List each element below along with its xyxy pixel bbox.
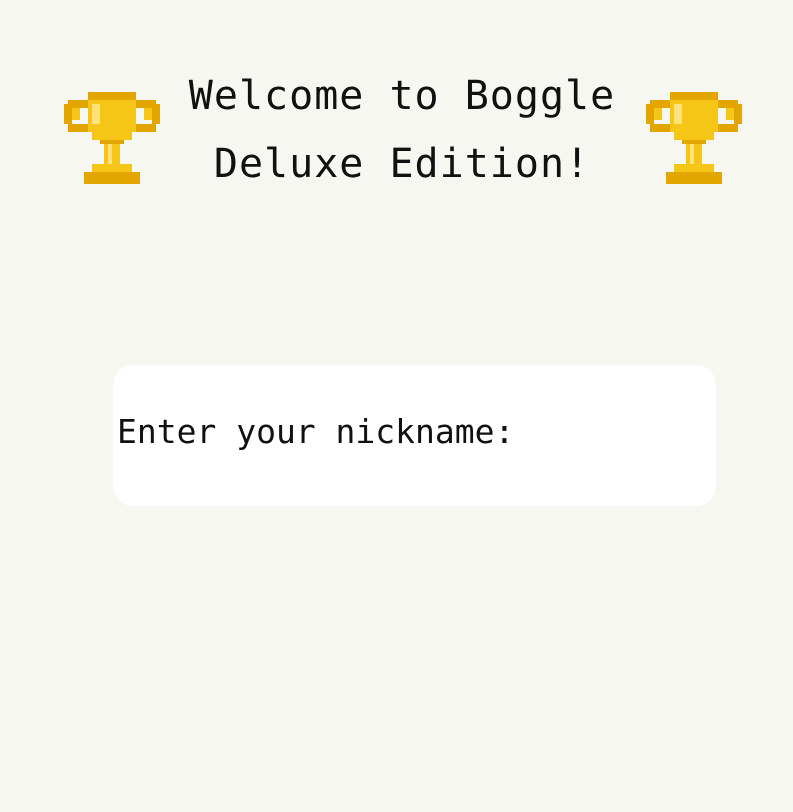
header: Welcome to Boggle Deluxe Edition! [0,62,793,202]
trophy-icon [646,92,742,184]
nickname-label: Enter your nickname: [117,412,515,451]
nickname-input[interactable] [533,409,711,455]
title-line-1: Welcome to Boggle [188,73,616,119]
nickname-card: Enter your nickname: [113,365,716,506]
trophy-icon [64,92,160,184]
title-line-2: Deluxe Edition! [213,141,591,187]
page-title: Welcome to Boggle Deluxe Edition! [170,62,634,198]
